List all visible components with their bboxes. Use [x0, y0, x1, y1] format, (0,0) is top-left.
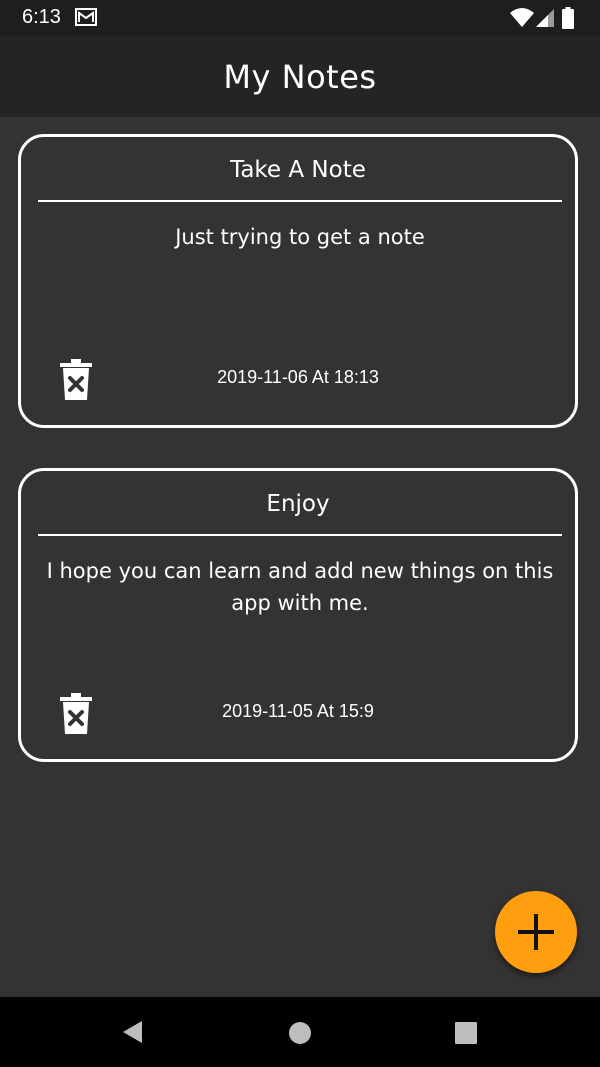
note-body: I hope you can learn and add new things …: [46, 559, 554, 615]
recents-icon[interactable]: [453, 1020, 479, 1046]
battery-icon: [562, 7, 574, 29]
plus-icon: [518, 914, 554, 950]
back-icon[interactable]: [120, 1019, 146, 1045]
home-icon[interactable]: [287, 1020, 313, 1046]
status-time: 6:13: [22, 6, 61, 28]
signal-icon: [536, 9, 554, 27]
note-date: 2019-11-06 At 18:13: [217, 367, 379, 387]
navigation-bar: [0, 997, 600, 1067]
wifi-icon: [510, 8, 534, 27]
page-title: My Notes: [223, 57, 377, 96]
note-date: 2019-11-05 At 15:9: [222, 701, 374, 721]
note-divider: [38, 534, 562, 536]
note-card[interactable]: Enjoy I hope you can learn and add new t…: [18, 468, 578, 762]
screen: 6:13 My Notes Take A Note Just trying to…: [0, 0, 600, 1067]
note-card[interactable]: Take A Note Just trying to get a note 20…: [18, 134, 578, 428]
app-bar: My Notes: [0, 36, 600, 117]
note-body: Just trying to get a note: [175, 225, 425, 249]
status-icons: [510, 7, 580, 29]
add-note-button[interactable]: [495, 891, 577, 973]
note-divider: [38, 200, 562, 202]
status-bar: 6:13: [0, 0, 600, 36]
note-title: Take A Note: [230, 157, 366, 183]
mail-icon: [75, 8, 97, 26]
note-title: Enjoy: [266, 491, 330, 517]
